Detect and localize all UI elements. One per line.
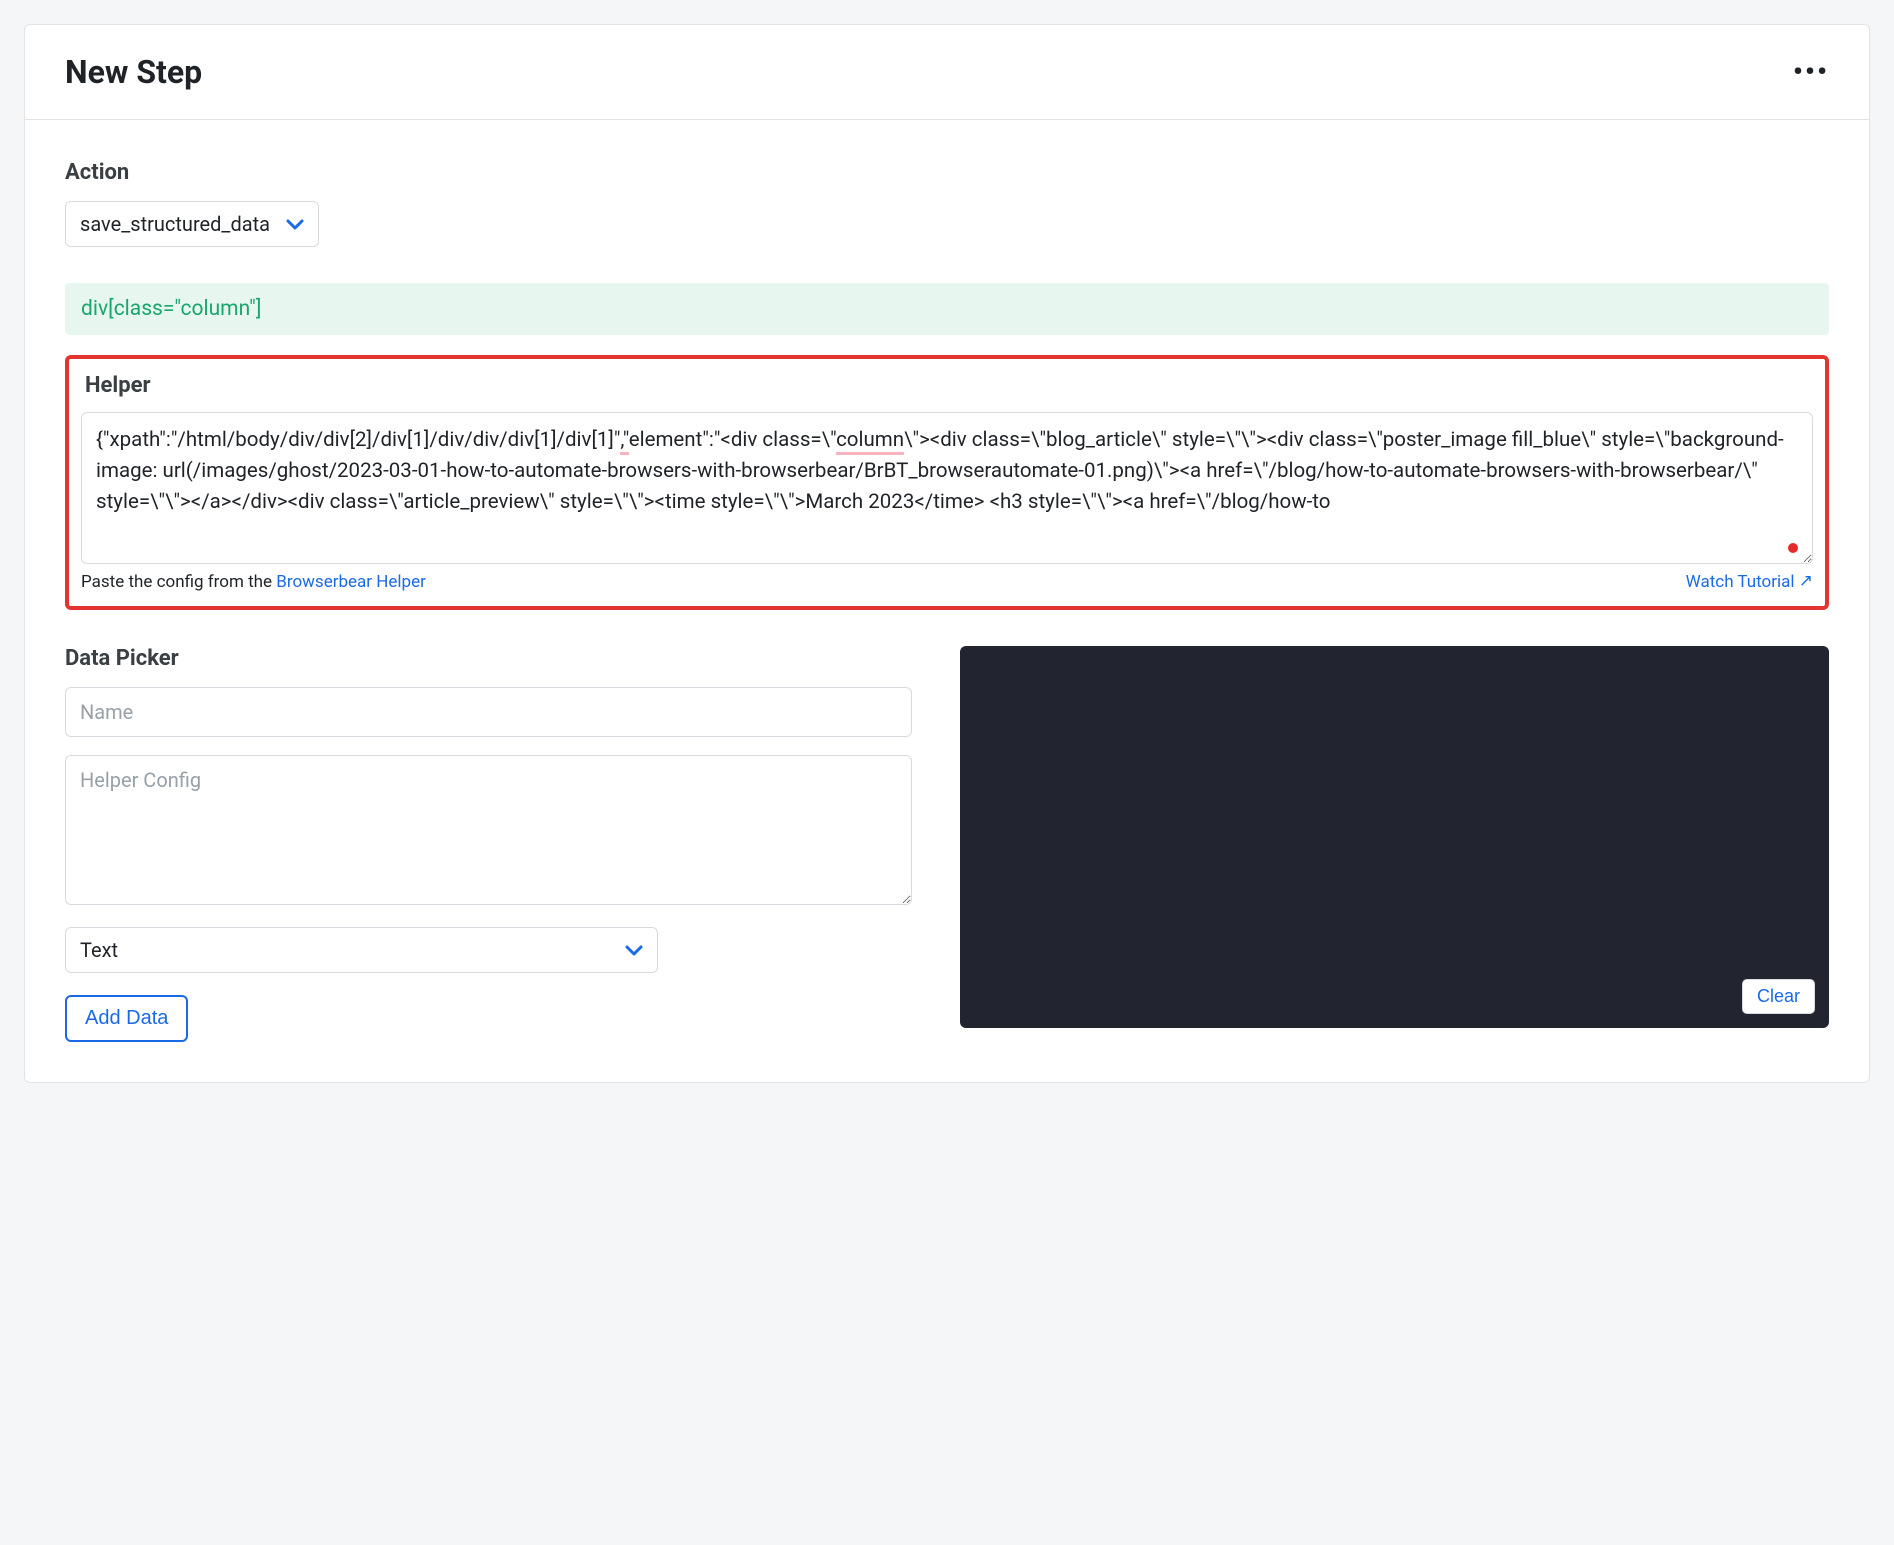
watch-tutorial-link[interactable]: Watch Tutorial ↗ <box>1686 572 1813 592</box>
action-select-value: save_structured_data <box>80 212 270 236</box>
type-select-value: Text <box>80 938 118 962</box>
helper-hint-row: Paste the config from the Browserbear He… <box>81 572 1813 592</box>
data-picker-column: Data Picker Text Add Data <box>65 646 912 1042</box>
card-body: Action save_structured_data div[class="c… <box>25 120 1869 1082</box>
helper-textarea[interactable]: {"xpath":"/html/body/div/div[2]/div[1]/d… <box>81 412 1813 564</box>
helper-label: Helper <box>85 373 1813 398</box>
helper-config-input[interactable] <box>65 755 912 905</box>
name-input[interactable] <box>65 687 912 737</box>
type-select[interactable]: Text <box>65 927 658 973</box>
card-header: New Step ••• <box>25 25 1869 120</box>
new-step-card: New Step ••• Action save_structured_data… <box>24 24 1870 1083</box>
preview-pane: Clear <box>960 646 1829 1028</box>
action-select[interactable]: save_structured_data <box>65 201 319 247</box>
chevron-down-icon <box>286 212 304 236</box>
helper-hint-text: Paste the config from the <box>81 572 276 592</box>
more-icon[interactable]: ••• <box>1793 65 1829 79</box>
add-data-button[interactable]: Add Data <box>65 995 188 1042</box>
data-picker-label: Data Picker <box>65 646 912 671</box>
page-title: New Step <box>65 53 202 91</box>
helper-hint: Paste the config from the Browserbear He… <box>81 572 426 592</box>
action-label: Action <box>65 160 1829 185</box>
external-link-icon: ↗ <box>1799 571 1813 591</box>
chevron-down-icon <box>625 938 643 962</box>
clear-button[interactable]: Clear <box>1742 979 1815 1014</box>
preview-column: Clear <box>960 646 1829 1028</box>
browserbear-helper-link[interactable]: Browserbear Helper <box>276 572 426 592</box>
watch-tutorial: Watch Tutorial ↗ <box>1686 572 1813 592</box>
selector-chip: div[class="column"] <box>65 283 1829 335</box>
columns: Data Picker Text Add Data Clear <box>65 646 1829 1042</box>
helper-section: Helper {"xpath":"/html/body/div/div[2]/d… <box>65 355 1829 610</box>
